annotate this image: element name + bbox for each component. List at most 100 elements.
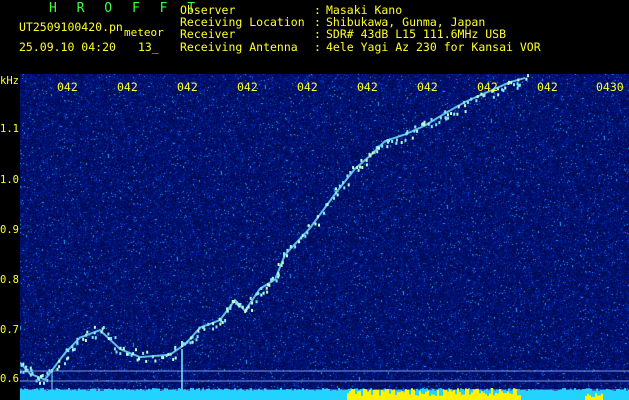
baseline-spike xyxy=(314,390,316,392)
signal-speckle xyxy=(483,93,486,97)
signal-speckle xyxy=(381,144,384,148)
burst-bar xyxy=(351,389,353,400)
baseline-spike xyxy=(182,389,184,392)
signal-speckle xyxy=(110,337,113,340)
baseline-spike xyxy=(56,388,58,392)
signal-speckle xyxy=(476,95,479,99)
signal-speckle xyxy=(241,305,244,309)
burst-bar xyxy=(377,389,379,400)
burst-bar xyxy=(505,393,507,400)
baseline-spike xyxy=(210,390,212,392)
burst-bar xyxy=(417,395,419,400)
baseline-spike xyxy=(74,389,76,392)
baseline-spike xyxy=(532,389,534,392)
baseline-spike xyxy=(230,390,232,392)
baseline-spike xyxy=(540,389,542,392)
burst-bar xyxy=(367,391,369,400)
burst-bar xyxy=(503,393,505,400)
app-brand: H R O F F T xyxy=(49,1,202,16)
baseline-spike xyxy=(622,389,624,392)
burst-bar xyxy=(391,390,393,400)
baseline-spike xyxy=(72,390,74,392)
baseline-spike xyxy=(184,389,186,392)
signal-speckle xyxy=(84,339,87,342)
signal-speckle xyxy=(72,348,74,352)
baseline-spike xyxy=(152,388,154,392)
baseline-spike xyxy=(300,389,302,392)
burst-bar xyxy=(483,392,485,400)
baseline-spike xyxy=(320,390,322,392)
baseline-spike xyxy=(22,389,24,392)
baseline-spike xyxy=(128,389,130,392)
baseline-spike xyxy=(244,390,246,392)
burst-bar xyxy=(599,395,601,400)
signal-speckle xyxy=(388,139,390,142)
signal-speckle xyxy=(202,325,205,329)
burst-bar xyxy=(489,393,491,400)
burst-bar xyxy=(463,394,465,400)
signal-speckle xyxy=(286,248,289,252)
signal-speckle xyxy=(196,335,199,339)
burst-bar xyxy=(409,394,411,400)
baseline-spike xyxy=(602,390,604,392)
signal-speckle xyxy=(516,86,519,90)
time-label: 042 xyxy=(177,80,198,94)
signal-speckle xyxy=(430,125,433,129)
baseline-spike xyxy=(248,390,250,392)
signal-speckle xyxy=(450,112,453,115)
signal-speckle xyxy=(226,307,229,311)
signal-speckle xyxy=(447,116,450,120)
burst-bar xyxy=(371,394,373,400)
signal-speckle xyxy=(25,365,27,369)
burst-bar xyxy=(497,393,499,400)
signal-speckle xyxy=(239,303,242,306)
signal-speckle xyxy=(58,359,61,363)
baseline-spike xyxy=(618,388,620,392)
signal-speckle xyxy=(289,245,292,249)
baseline-spike xyxy=(296,389,298,392)
baseline-spike xyxy=(268,390,270,392)
time-label: 042 xyxy=(117,80,138,94)
signal-speckle xyxy=(245,308,248,312)
signal-speckle xyxy=(467,100,469,104)
baseline-spike xyxy=(174,389,176,392)
signal-speckle xyxy=(517,78,520,82)
baseline-spike xyxy=(274,389,276,392)
baseline-spike xyxy=(260,389,262,392)
baseline-spike xyxy=(218,388,220,392)
burst-bar xyxy=(481,391,483,400)
baseline-spike xyxy=(98,388,100,392)
y-axis-unit: kHz xyxy=(0,75,19,87)
baseline-spike xyxy=(306,389,308,392)
signal-speckle xyxy=(404,138,407,142)
baseline-spike xyxy=(34,388,36,392)
burst-bar xyxy=(379,395,381,400)
signal-speckle xyxy=(453,112,456,116)
signal-speckle xyxy=(107,337,110,340)
signal-speckle xyxy=(413,129,416,133)
baseline-spike xyxy=(78,388,80,392)
baseline-spike xyxy=(116,389,118,392)
burst-bar xyxy=(423,394,425,400)
baseline-spike xyxy=(624,388,626,392)
burst-bar xyxy=(511,394,513,400)
signal-speckle xyxy=(435,123,438,127)
burst-bar xyxy=(597,395,599,400)
signal-speckle xyxy=(463,100,466,104)
baseline-spike xyxy=(48,389,50,392)
baseline-spike xyxy=(484,389,486,392)
baseline-spike xyxy=(150,389,152,392)
signal-speckle xyxy=(172,358,175,361)
signal-speckle xyxy=(307,224,310,228)
baseline-spike xyxy=(292,390,294,392)
y-tick-label: 1.1 xyxy=(0,123,19,135)
signal-speckle xyxy=(135,348,137,352)
signal-speckle xyxy=(378,146,380,150)
baseline-spike xyxy=(284,389,286,392)
baseline-spike xyxy=(462,389,464,392)
signal-speckle xyxy=(260,293,263,297)
signal-speckle xyxy=(267,283,269,287)
baseline-spike xyxy=(104,388,106,392)
baseline-spike xyxy=(338,388,340,392)
baseline-spike xyxy=(324,388,326,392)
